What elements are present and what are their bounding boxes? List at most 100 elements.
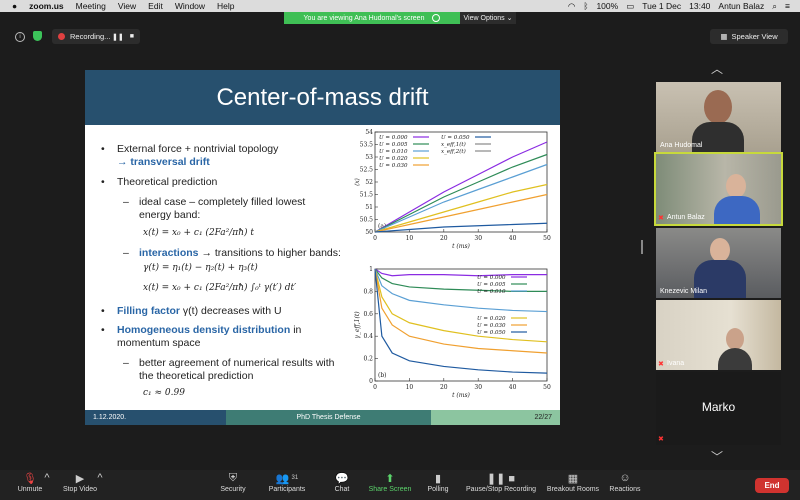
video-options-caret[interactable]: ^ bbox=[96, 471, 104, 486]
participant-tile[interactable]: Knezevic Milan bbox=[656, 228, 781, 298]
panel-label: (b) bbox=[378, 372, 387, 379]
participant-tile[interactable]: Ana Hudomal bbox=[656, 82, 781, 152]
legend-label: U = 0.000 bbox=[477, 275, 506, 281]
speaker-view-label: Speaker View bbox=[731, 32, 778, 41]
participant-tile[interactable]: Marko ✖ bbox=[656, 372, 781, 445]
user-name[interactable]: Antun Balaz bbox=[718, 1, 764, 11]
x-tick-label: 50 bbox=[543, 235, 551, 242]
chat-button[interactable]: 💬 Chat bbox=[328, 471, 356, 494]
recording-indicator[interactable]: Recording... ❚❚ ■ bbox=[52, 29, 140, 44]
menu-help[interactable]: Help bbox=[217, 1, 234, 11]
bullet-item: External force + nontrivial topology bbox=[101, 143, 278, 156]
x-axis-label: t (ms) bbox=[452, 243, 470, 250]
legend-label: U = 0.010 bbox=[379, 149, 408, 155]
panel-resize-handle[interactable] bbox=[641, 240, 643, 254]
mic-muted-icon: 🎙 bbox=[23, 472, 37, 485]
time-text[interactable]: 13:40 bbox=[689, 1, 710, 11]
chart-a: 0 10 20 30 40 50 50 50.5 51 51.5 52 52.5 53 53.5 54 t (… bbox=[353, 128, 553, 256]
share-screen-button[interactable]: ⬆ Share Screen bbox=[368, 471, 412, 494]
audio-options-caret[interactable]: ^ bbox=[43, 471, 51, 486]
y-tick-label: 50 bbox=[365, 229, 373, 236]
x-tick-label: 30 bbox=[474, 384, 482, 391]
security-button[interactable]: ⛨ Security bbox=[216, 471, 250, 494]
legend-label: U = 0.005 bbox=[477, 282, 506, 288]
series-line bbox=[374, 183, 548, 233]
legend-label: U = 0.020 bbox=[477, 316, 506, 322]
meeting-info-icon[interactable]: i bbox=[15, 32, 25, 42]
footer-page: 22/27 bbox=[431, 410, 560, 425]
stop-video-button[interactable]: ▶ Stop Video bbox=[60, 471, 100, 494]
y-axis-label: γ_eff,1(t) bbox=[354, 311, 361, 339]
participant-tile[interactable]: ✖ Ivana bbox=[656, 300, 781, 370]
y-tick-label: 0 bbox=[369, 378, 373, 385]
legend-label: U = 0.050 bbox=[477, 330, 506, 336]
speaker-view-button[interactable]: ▦ Speaker View bbox=[710, 29, 788, 44]
participants-button[interactable]: 👥 31 Participants bbox=[266, 471, 308, 494]
y-tick-label: 54 bbox=[365, 129, 373, 136]
legend-label: U = 0.000 bbox=[379, 135, 408, 141]
share-arrow-icon: ⬆ bbox=[385, 472, 395, 485]
legend-label: U = 0.010 bbox=[477, 289, 506, 295]
app-menu[interactable]: zoom.us bbox=[29, 1, 63, 11]
pause-stop-icon: ❚❚ ■ bbox=[486, 472, 516, 485]
y-tick-label: 50.5 bbox=[360, 217, 374, 224]
legend-label: U = 0.005 bbox=[379, 142, 408, 148]
menu-edit[interactable]: Edit bbox=[148, 1, 163, 11]
smiley-icon: ☺ bbox=[619, 472, 631, 484]
reactions-button[interactable]: ☺ Reactions bbox=[607, 471, 643, 493]
reactions-label: Reactions bbox=[609, 486, 641, 493]
chevron-up-icon[interactable]: ︿ bbox=[711, 60, 723, 77]
y-tick-label: 1 bbox=[369, 266, 373, 273]
search-icon[interactable]: ⌕ bbox=[772, 1, 777, 12]
stop-video-label: Stop Video bbox=[62, 486, 98, 493]
legend-label: U = 0.030 bbox=[477, 323, 506, 329]
shield-icon[interactable] bbox=[33, 31, 42, 41]
view-options-button[interactable]: View Options ⌄ bbox=[460, 12, 516, 24]
view-options-label: View Options bbox=[463, 14, 505, 22]
pause-recording-label: Pause/Stop Recording bbox=[465, 486, 537, 493]
unmute-button[interactable]: 🎙 Unmute bbox=[14, 471, 46, 494]
chat-label: Chat bbox=[334, 486, 350, 493]
caret-up-icon: ^ bbox=[97, 472, 103, 484]
breakout-rooms-label: Breakout Rooms bbox=[546, 486, 600, 493]
equation: c₁ ≈ 0.99 bbox=[143, 388, 185, 398]
battery-icon: ▭ bbox=[626, 0, 635, 11]
equation: x(t) = x₀ + c₁ (2Fa²/πħ) t bbox=[143, 228, 255, 238]
apple-icon[interactable]: ● bbox=[12, 1, 17, 11]
y-tick-label: 52 bbox=[365, 179, 373, 186]
participant-name: Ivana bbox=[667, 360, 685, 367]
x-tick-label: 40 bbox=[509, 384, 517, 391]
people-icon: 👥 bbox=[275, 472, 290, 485]
video-camera-icon: ▶ bbox=[75, 472, 85, 485]
mic-off-icon: ✖ bbox=[658, 361, 664, 368]
wifi-icon[interactable]: ◠ bbox=[568, 1, 575, 12]
participant-tile-active[interactable]: ✖ Antun Balaz bbox=[654, 152, 783, 226]
bluetooth-icon[interactable]: ᛒ bbox=[583, 1, 588, 11]
menu-view[interactable]: View bbox=[118, 1, 136, 11]
battery-percent[interactable]: 100% bbox=[596, 1, 618, 11]
unmute-label: Unmute bbox=[17, 486, 43, 493]
bar-chart-icon: ▮ bbox=[434, 472, 442, 485]
menu-meeting[interactable]: Meeting bbox=[76, 1, 106, 11]
stop-icon[interactable]: ■ bbox=[130, 33, 134, 41]
participants-count: 31 bbox=[291, 475, 299, 481]
equation: γ(t) = η₁(t) − η₂(t) + η₃(t) bbox=[143, 263, 258, 273]
pause-icon[interactable]: ❚❚ bbox=[112, 33, 124, 41]
info-icon[interactable] bbox=[432, 14, 441, 22]
pause-recording-button[interactable]: ❚❚ ■ Pause/Stop Recording bbox=[464, 471, 538, 494]
slide-title: Center-of-mass drift bbox=[85, 70, 560, 125]
control-center-icon[interactable]: ≡ bbox=[785, 1, 790, 11]
menu-window[interactable]: Window bbox=[175, 1, 205, 11]
y-tick-label: 51.5 bbox=[360, 192, 374, 199]
breakout-rooms-button[interactable]: ▦ Breakout Rooms bbox=[545, 471, 601, 494]
polling-button[interactable]: ▮ Polling bbox=[424, 471, 452, 494]
bullet-item: Theoretical prediction bbox=[101, 176, 217, 189]
x-tick-label: 40 bbox=[509, 235, 517, 242]
legend-label: U = 0.050 bbox=[441, 135, 470, 141]
end-meeting-button[interactable]: End bbox=[755, 478, 789, 493]
date-text[interactable]: Tue 1 Dec bbox=[642, 1, 681, 11]
caret-up-icon: ^ bbox=[44, 472, 50, 484]
shared-slide: Center-of-mass drift External force + no… bbox=[85, 70, 560, 425]
chevron-down-icon[interactable]: ﹀ bbox=[711, 448, 723, 465]
x-tick-label: 0 bbox=[373, 384, 377, 391]
